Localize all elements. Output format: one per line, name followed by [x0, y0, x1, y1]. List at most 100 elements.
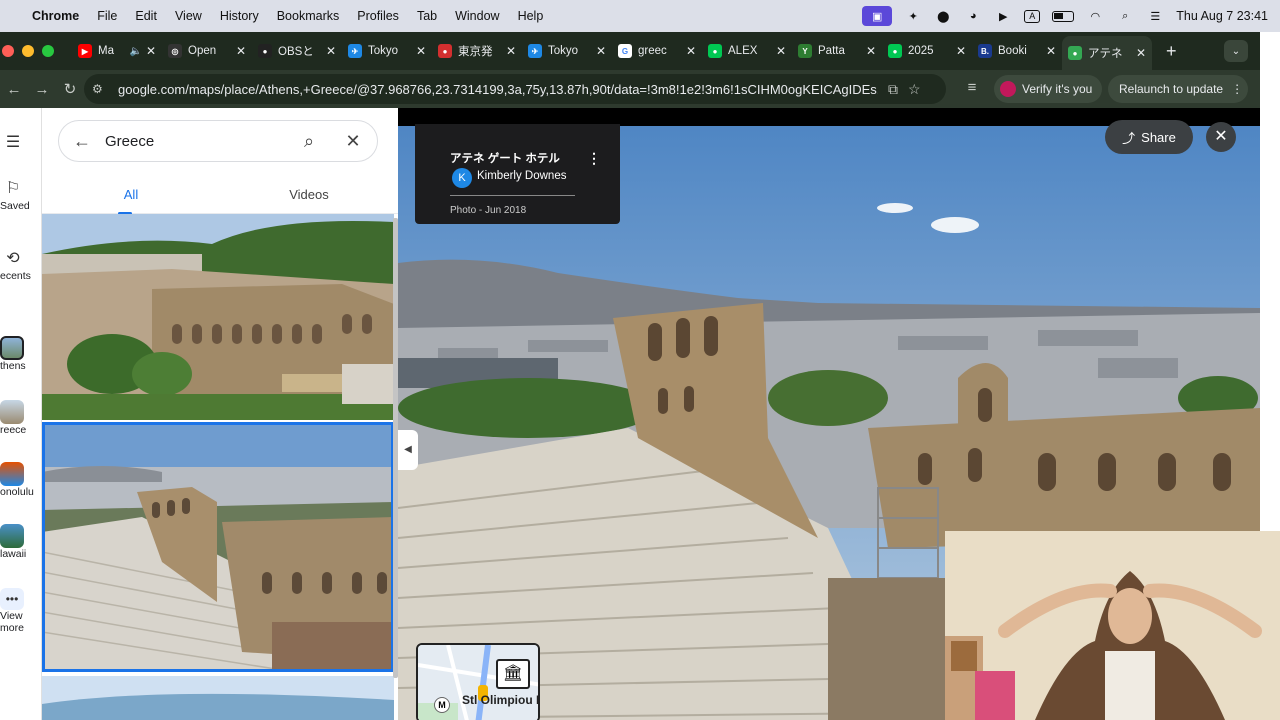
photo-tabs: All Videos — [42, 180, 398, 215]
more-menu-icon[interactable]: ⋮ — [1231, 82, 1243, 96]
author-name[interactable]: Kimberly Downes — [477, 170, 566, 182]
creative-cloud-icon[interactable]: ◕ — [964, 9, 982, 23]
clear-search-icon[interactable]: ✕ — [331, 131, 375, 152]
tab-title: OBSと — [278, 46, 314, 58]
saved-label: Saved — [0, 200, 30, 212]
close-tab-icon[interactable]: ✕ — [146, 44, 156, 58]
tab-videos[interactable]: Videos — [220, 180, 398, 214]
close-tab-icon[interactable]: ✕ — [956, 44, 966, 58]
photo-thumbnail-selected[interactable] — [42, 422, 394, 672]
browser-tab[interactable]: B. Booki ✕ — [972, 36, 1062, 66]
tab-favicon-icon: ● — [1068, 46, 1082, 60]
browser-tab[interactable]: ✈ Tokyo ✕ — [522, 36, 612, 66]
close-tab-icon[interactable]: ✕ — [776, 44, 786, 58]
control-center-icon[interactable]: ☰ — [1146, 9, 1164, 23]
menu-edit[interactable]: Edit — [135, 9, 157, 23]
bookmark-star-icon[interactable]: ☆ — [908, 81, 921, 98]
recent-greece[interactable]: reece — [0, 400, 42, 436]
browser-toolbar: ← → ↻ ⚙ google.com/maps/place/Athens,+Gr… — [0, 70, 1260, 108]
back-icon[interactable]: ← — [0, 81, 28, 98]
verify-label: Verify it's you — [1022, 82, 1093, 96]
close-tab-icon[interactable]: ✕ — [236, 44, 246, 58]
menu-view[interactable]: View — [175, 9, 202, 23]
site-info-icon[interactable]: ⚙ — [92, 82, 112, 96]
search-icon[interactable]: ⌕ — [287, 131, 331, 152]
input-source-icon[interactable]: A — [1024, 9, 1041, 23]
recent-athens[interactable]: thens — [0, 336, 42, 372]
verify-button[interactable]: Verify it's you — [994, 75, 1102, 103]
close-tab-icon[interactable]: ✕ — [326, 44, 336, 58]
menu-window[interactable]: Window — [455, 9, 499, 23]
search-input[interactable] — [105, 132, 287, 150]
close-viewer-icon[interactable]: ✕ — [1206, 122, 1236, 152]
card-divider — [450, 195, 575, 196]
photo-thumbnail[interactable] — [42, 214, 394, 420]
url-text[interactable]: google.com/maps/place/Athens,+Greece/@37… — [118, 82, 878, 97]
close-tab-icon[interactable]: ✕ — [506, 44, 516, 58]
mini-map[interactable]: M 🏛 Stl Olimpiou Di — [416, 643, 540, 720]
close-tab-icon[interactable]: ✕ — [416, 44, 426, 58]
menu-profiles[interactable]: Profiles — [357, 9, 399, 23]
reload-icon[interactable]: ↻ — [56, 80, 84, 98]
browser-tab[interactable]: Ggreec ✕ — [612, 36, 702, 66]
close-tab-icon[interactable]: ✕ — [866, 44, 876, 58]
close-tab-icon[interactable]: ✕ — [596, 44, 606, 58]
browser-tab[interactable]: ● アテネ ✕ — [1062, 36, 1152, 70]
back-arrow-icon[interactable]: ← — [59, 131, 105, 152]
browser-tab[interactable]: ◎ Open ✕ — [162, 36, 252, 66]
close-tab-icon[interactable]: ✕ — [1046, 44, 1056, 58]
tab-audio-icon[interactable]: 🔈 — [129, 46, 141, 57]
tab-favicon-icon: ✈ — [528, 44, 542, 58]
menu-button[interactable]: ☰ — [0, 132, 42, 154]
reading-list-icon[interactable]: ≡ — [958, 79, 986, 96]
forward-icon[interactable]: → — [28, 81, 56, 98]
menu-help[interactable]: Help — [518, 9, 544, 23]
browser-tab[interactable]: ● 東京発 ✕ — [432, 36, 522, 66]
stop-icon[interactable]: ⬤ — [934, 9, 952, 23]
photo-thumbnail[interactable] — [42, 676, 394, 720]
screen-share-icon[interactable]: ▣ — [862, 6, 893, 26]
share-button[interactable]: ⤴ Share — [1105, 120, 1193, 154]
photo-options-icon[interactable]: ⋮ — [587, 150, 601, 167]
close-tab-icon[interactable]: ✕ — [686, 44, 696, 58]
bookmark-icon: ⚐ — [5, 180, 21, 197]
menu-file[interactable]: File — [97, 9, 117, 23]
menu-tab[interactable]: Tab — [417, 9, 437, 23]
close-tab-icon[interactable]: ✕ — [1136, 46, 1146, 60]
browser-tab[interactable]: ▶ Ma 🔈 ✕ — [72, 36, 162, 66]
menu-history[interactable]: History — [220, 9, 259, 23]
tab-favicon-icon: ▶ — [78, 44, 92, 58]
recents-item[interactable]: ⟲ ecents — [0, 248, 42, 282]
photo-place-title[interactable]: アテネ ゲート ホテル — [450, 150, 560, 166]
address-bar[interactable]: ⚙ google.com/maps/place/Athens,+Greece/@… — [84, 74, 946, 104]
hamburger-menu-icon[interactable]: ☰ — [0, 132, 26, 154]
teams-icon[interactable]: ✦ — [904, 9, 922, 23]
install-app-icon[interactable]: ⧉ — [888, 81, 898, 98]
play-icon[interactable]: ▶ — [994, 9, 1012, 23]
author-avatar[interactable]: K — [452, 168, 472, 188]
wifi-icon[interactable]: ◠ — [1086, 9, 1104, 23]
tab-all[interactable]: All — [42, 180, 220, 215]
zoom-window-button[interactable] — [42, 45, 54, 57]
new-tab-button[interactable]: + — [1166, 41, 1177, 62]
browser-tab[interactable]: ● OBSと ✕ — [252, 36, 342, 66]
close-window-button[interactable] — [2, 45, 14, 57]
spotlight-search-icon[interactable]: ⌕ — [1116, 9, 1134, 23]
athens-label: thens — [0, 360, 26, 372]
view-more-button[interactable]: ••• View more — [0, 588, 42, 634]
menu-bookmarks[interactable]: Bookmarks — [277, 9, 340, 23]
relaunch-button[interactable]: Relaunch to update ⋮ — [1108, 75, 1248, 103]
recent-hawaii[interactable]: lawaii — [0, 524, 42, 560]
browser-tab[interactable]: ● 2025 ✕ — [882, 36, 972, 66]
battery-icon[interactable] — [1052, 10, 1075, 22]
minimize-window-button[interactable] — [22, 45, 34, 57]
browser-tab[interactable]: ✈ Tokyo ✕ — [342, 36, 432, 66]
browser-tab[interactable]: Y Patta ✕ — [792, 36, 882, 66]
tab-search-button[interactable]: ⌄ — [1224, 40, 1248, 62]
menu-app-name[interactable]: Chrome — [32, 9, 79, 23]
saved-item[interactable]: ⚐ Saved — [0, 178, 42, 212]
clock[interactable]: Thu Aug 7 23:41 — [1176, 9, 1268, 23]
collapse-panel-button[interactable]: ◀ — [398, 430, 418, 470]
browser-tab[interactable]: ● ALEX ✕ — [702, 36, 792, 66]
recent-honolulu[interactable]: onolulu — [0, 462, 42, 498]
